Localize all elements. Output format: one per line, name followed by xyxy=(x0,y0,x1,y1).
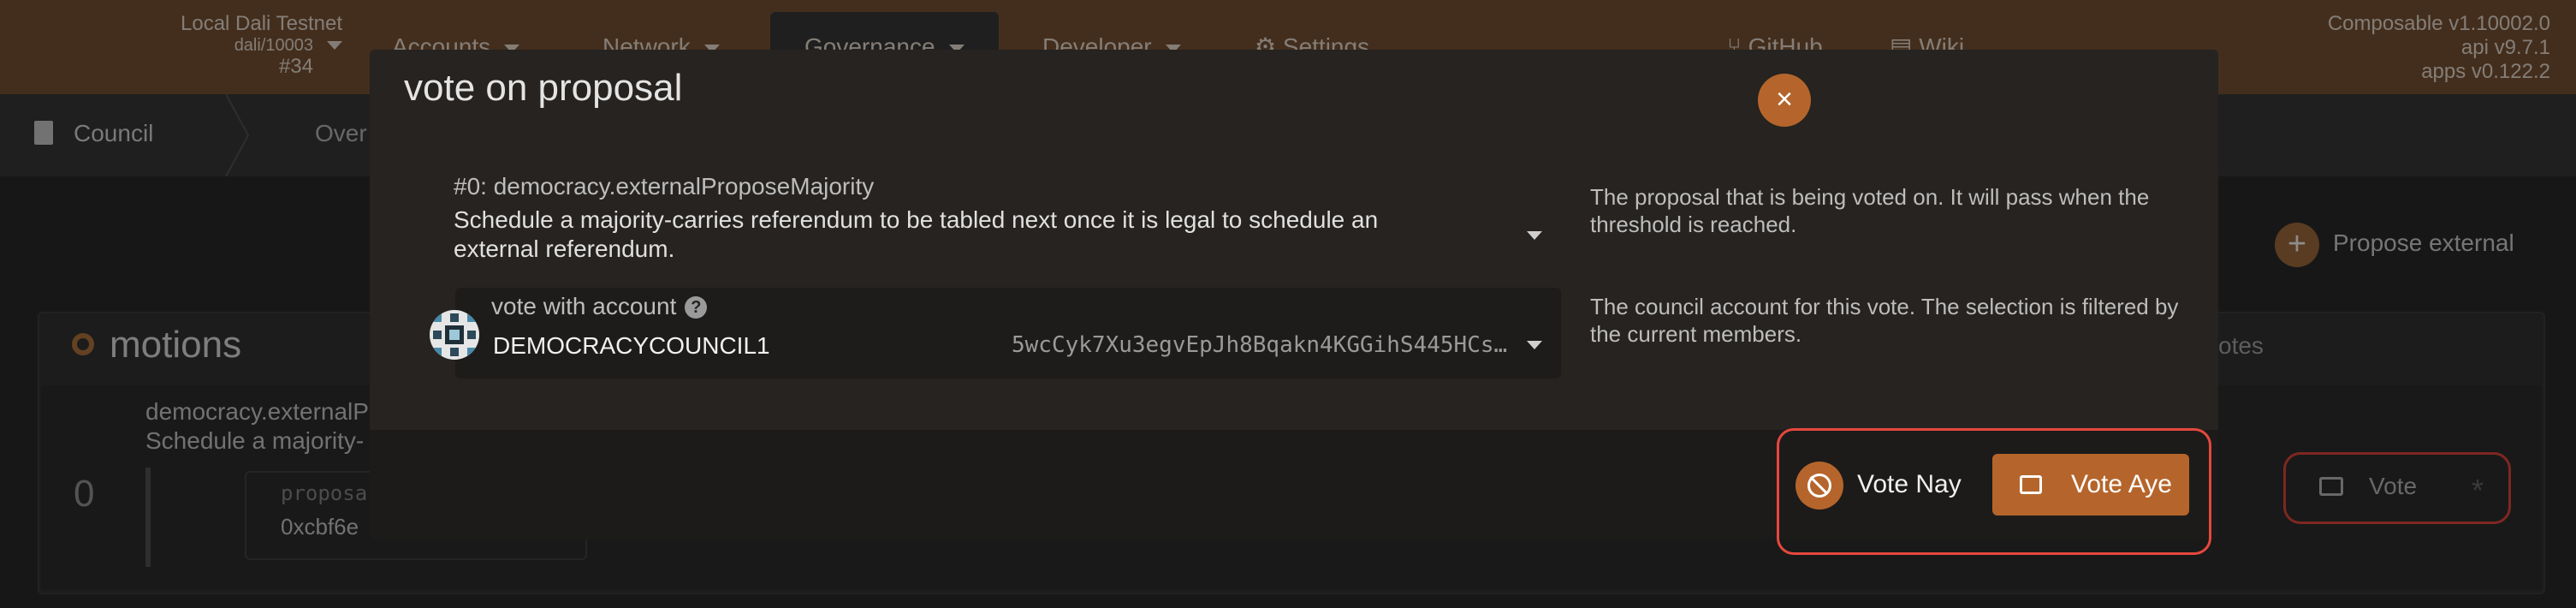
account-name: DEMOCRACYCOUNCIL1 xyxy=(493,332,770,359)
proposal-help-text: The proposal that is being voted on. It … xyxy=(1590,184,2150,237)
chevron-down-icon[interactable] xyxy=(1527,341,1542,349)
close-icon[interactable]: × xyxy=(1758,74,1811,127)
ballot-icon xyxy=(2020,475,2042,494)
account-address: 5wcCyk7Xu3egvEpJh8Bqakn4KGGihS445HCsM… xyxy=(1012,332,1508,358)
proposal-heading: #0: democracy.externalProposeMajority xyxy=(454,173,875,200)
ban-icon xyxy=(1795,462,1843,510)
modal-title: vote on proposal xyxy=(404,67,683,109)
proposal-description[interactable]: Schedule a majority-carries referendum t… xyxy=(454,206,1421,264)
account-label: vote with account? xyxy=(491,293,708,320)
vote-nay-button[interactable]: Vote Nay xyxy=(1795,459,1962,510)
account-help-text: The council account for this vote. The s… xyxy=(1590,294,2179,347)
avatar xyxy=(430,310,479,360)
vote-aye-button[interactable]: Vote Aye xyxy=(1992,454,2189,516)
help-icon[interactable]: ? xyxy=(685,296,708,319)
chevron-down-icon[interactable] xyxy=(1527,231,1542,240)
